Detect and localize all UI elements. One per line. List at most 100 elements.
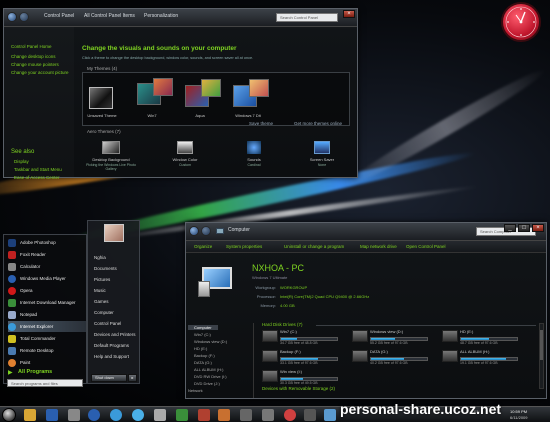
places-item[interactable]: Games [94,299,109,304]
see-also-link[interactable]: Taskbar and Start Menu [14,167,62,172]
word-taskbar-icon[interactable] [46,409,58,421]
start-menu-item[interactable]: Calculator [8,261,86,272]
start-menu-item[interactable]: Total Commander [8,333,86,344]
start-menu-item[interactable]: Internet Explorer [8,321,86,332]
scrollbar-thumb[interactable] [540,330,543,360]
sidebar-link[interactable]: Change desktop icons [11,54,56,59]
explorer-taskbar-icon[interactable] [24,409,36,421]
window-color-icon[interactable] [177,141,193,154]
places-item[interactable]: Music [94,288,106,293]
places-item[interactable]: Pictures [94,277,110,282]
hard-drive-icon [442,350,458,362]
toolbar-uninstall[interactable]: Uninstall or change a program [284,244,344,249]
see-also-link[interactable]: Ease of Access Center [14,175,60,180]
computer-taskbar-icon[interactable] [324,409,336,421]
start-menu-item[interactable]: Windows Media Player [8,273,86,284]
command-bar: Organize System properties Uninstall or … [186,241,546,253]
photos-taskbar-icon[interactable] [154,409,166,421]
start-menu-item[interactable]: Opera [8,285,86,296]
media-player-taskbar-icon[interactable] [88,409,100,421]
messenger-taskbar-icon[interactable] [176,409,188,421]
tree-item[interactable]: ALL ALBUM (H:) [194,367,223,372]
ie-taskbar-icon[interactable] [132,409,144,421]
close-button[interactable]: × [532,224,544,232]
toolbar-map-drive[interactable]: Map network drive [360,244,397,249]
sidebar-link[interactable]: Change your account picture [11,70,69,75]
app-taskbar-icon[interactable] [304,409,316,421]
back-button[interactable] [7,12,17,22]
theme-aqua-photo[interactable] [201,79,221,97]
shutdown-button[interactable]: Shut down [91,374,127,382]
start-search-input[interactable]: Search programs and files [7,379,83,387]
theme-unsaved[interactable] [89,87,113,109]
forward-button[interactable] [19,12,29,22]
breadcrumb-computer[interactable]: Computer [228,227,250,233]
see-also-link[interactable]: Display [14,159,29,164]
clock-time[interactable]: 10:59 PM [510,409,527,414]
tree-item[interactable]: Windows view (D:) [194,339,227,344]
back-button[interactable] [189,226,199,236]
breadcrumb-personalization[interactable]: Personalization [144,13,178,19]
clock-gadget[interactable] [501,2,541,42]
start-menu-item[interactable]: Foxit Reader [8,249,86,260]
see-also-heading: See also [11,149,35,155]
tree-item[interactable]: DVD Drive (J:) [194,381,220,386]
maximize-button[interactable]: □ [518,224,530,232]
breadcrumb-control-panel[interactable]: Control Panel [44,13,74,19]
start-menu-item[interactable]: Internet Download Manager [8,297,86,308]
drive-item[interactable]: Win view (I:) 30.3 GB free of 49.5 GB [262,369,392,385]
sounds-icon[interactable] [247,141,261,154]
shutdown-arrow-button[interactable]: ▸ [128,374,137,382]
sidebar-link[interactable]: Change mouse pointers [11,62,59,67]
start-menu-item[interactable]: Notepad [8,309,86,320]
forward-button[interactable] [201,226,211,236]
tree-item[interactable]: Computer [188,325,218,330]
user-avatar[interactable] [104,224,124,242]
browser-taskbar-icon[interactable] [110,409,122,421]
scrollbar[interactable] [539,323,544,389]
places-item[interactable]: Nghia [94,255,106,260]
desktop-background-icon[interactable] [102,141,120,154]
breadcrumb-all-items[interactable]: All Control Panel Items [84,13,135,19]
window-taskbar-icon[interactable] [68,409,80,421]
theme-windows7-photo[interactable] [249,79,269,97]
tree-item[interactable]: Win7 (C:) [194,332,211,337]
app-taskbar-icon[interactable] [198,409,210,421]
places-item[interactable]: Help and Support [94,354,129,359]
save-theme-link[interactable]: Save theme [249,121,273,126]
toolbar-control-panel[interactable]: Open Control Panel [406,244,446,249]
sidebar-link[interactable]: Control Panel Home [11,44,52,49]
app-taskbar-icon[interactable] [240,409,252,421]
toolbar-organize[interactable]: Organize [194,244,212,249]
tree-item[interactable]: DVD RW Drive (I:) [194,374,227,379]
drive-item[interactable]: ALL ALBUM (H:) 19.1 GB free of 97.6 GB [442,349,550,365]
app-taskbar-icon[interactable] [218,409,230,421]
app-taskbar-icon[interactable] [262,409,274,421]
minimize-button[interactable]: _ [504,224,516,232]
tree-item[interactable]: Network [188,388,203,393]
toolbar-system-properties[interactable]: System properties [226,244,262,249]
close-button[interactable]: × [343,10,355,18]
start-menu-item[interactable]: Remote Desktop [8,345,86,356]
start-button[interactable] [2,408,16,422]
places-item[interactable]: Computer [94,310,114,315]
window-titlebar: Computer Search Computer _ □ × [186,223,546,241]
places-item[interactable]: Documents [94,266,117,271]
all-programs-link[interactable]: All Programs [18,369,52,375]
tree-item[interactable]: HD (E:) [194,346,207,351]
tree-item[interactable]: Backup (F:) [194,353,215,358]
get-more-themes-link[interactable]: Get more themes online [294,121,342,126]
tree-item[interactable]: DATA (G:) [194,360,212,365]
clock-date[interactable]: 6/11/2009 [510,415,528,420]
places-item[interactable]: Control Panel [94,321,121,326]
hard-drive-icon [262,330,278,342]
app-taskbar-icon[interactable] [284,409,296,421]
drive-item[interactable]: HD (E:) 48.7 GB free of 97.6 GB [442,329,550,345]
start-menu-item[interactable]: Paint [8,357,86,368]
places-item[interactable]: Devices and Printers [94,332,136,337]
screen-saver-icon[interactable] [314,141,330,154]
theme-win7-photo[interactable] [153,78,173,96]
start-menu-item[interactable]: Adobe Photoshop [8,237,86,248]
places-item[interactable]: Default Programs [94,343,129,348]
search-input[interactable]: Search Control Panel [276,13,338,22]
